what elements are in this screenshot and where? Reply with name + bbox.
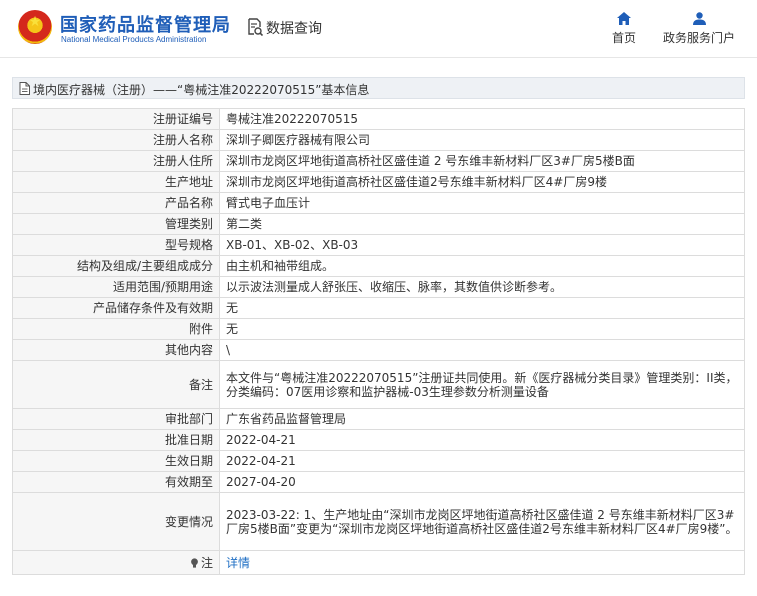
details-link[interactable]: 详情 — [226, 556, 250, 570]
brand-name-cn[interactable]: 国家药品监督管理局 — [60, 11, 231, 37]
field-label: 变更情况 — [12, 492, 220, 551]
table-row: 生产地址 深圳市龙岗区坪地街道高桥社区盛佳道2号东维丰新材料厂区4#厂房9楼 — [12, 171, 745, 193]
note-row: 注详情 — [12, 550, 745, 575]
table-row: 其他内容 \ — [12, 339, 745, 361]
user-icon — [692, 12, 706, 25]
field-label: 备注 — [12, 360, 220, 409]
table-row: 备注 本文件与“粤械注准20222070515”注册证共同使用。新《医疗器械分类目… — [12, 360, 745, 409]
nav-portal-label: 政务服务门户 — [662, 31, 735, 45]
document-icon — [19, 82, 30, 95]
note-value-cell: 详情 — [219, 550, 745, 575]
table-row: 结构及组成/主要组成成分 由主机和袖带组成。 — [12, 255, 745, 277]
field-value: 深圳市龙岗区坪地街道高桥社区盛佳道 2 号东维丰新材料厂区3#厂房5楼B面 — [219, 150, 745, 172]
table-row: 注册证编号 粤械注准20222070515 — [12, 108, 745, 130]
note-label: 注 — [200, 555, 213, 570]
table-row: 生效日期 2022-04-21 — [12, 450, 745, 472]
data-query-icon — [248, 18, 263, 36]
field-value: \ — [219, 339, 745, 361]
table-row: 产品储存条件及有效期无 — [12, 297, 745, 319]
field-label: 注册证编号 — [12, 108, 220, 130]
field-label: 有效期至 — [12, 471, 220, 493]
field-value: 2023-03-22: 1、生产地址由“深圳市龙岗区坪地街道高桥社区盛佳道 2 … — [219, 492, 745, 551]
record-title: 境内医疗器械（注册）——“粤械注准20222070515”基本信息 — [33, 83, 370, 97]
field-label: 适用范围/预期用途 — [12, 276, 220, 298]
field-value: 2027-04-20 — [219, 471, 745, 493]
brand-name-en: National Medical Products Administration — [61, 35, 207, 44]
table-row: 管理类别 第二类 — [12, 213, 745, 235]
field-value: 无 — [219, 318, 745, 340]
field-label: 产品储存条件及有效期 — [12, 297, 220, 319]
field-value: 2022-04-21 — [219, 429, 745, 451]
field-value: 深圳市龙岗区坪地街道高桥社区盛佳道2号东维丰新材料厂区4#厂房9楼 — [219, 171, 745, 193]
table-row: 适用范围/预期用途 以示波法测量成人舒张压、收缩压、脉率，其数值供诊断参考。 — [12, 276, 745, 298]
table-row: 附件无 — [12, 318, 745, 340]
nav-home-label: 首页 — [611, 31, 636, 45]
device-info-table: 注册证编号 粤械注准20222070515 注册人名称 深圳子卿医疗器械有限公司 注册人… — [12, 108, 745, 575]
field-label: 其他内容 — [12, 339, 220, 361]
site-header: ★ 国家药品监督管理局 National Medical Products Ad… — [0, 0, 757, 58]
field-value: 2022-04-21 — [219, 450, 745, 472]
field-value: 以示波法测量成人舒张压、收缩压、脉率，其数值供诊断参考。 — [219, 276, 745, 298]
record-title-bar: 境内医疗器械（注册）——“粤械注准20222070515”基本信息 — [12, 77, 745, 99]
home-icon — [617, 12, 631, 25]
field-value: 第二类 — [219, 213, 745, 235]
emblem-star-icon: ★ — [28, 14, 42, 30]
table-row: 型号规格 XB-01、XB-02、XB-03 — [12, 234, 745, 256]
nav-home[interactable]: 首页 — [605, 12, 643, 46]
nav-service-portal[interactable]: 政务服务门户 — [657, 12, 741, 46]
table-row: 变更情况 2023-03-22: 1、生产地址由“深圳市龙岗区坪地街道高桥社区盛佳… — [12, 492, 745, 551]
field-label: 审批部门 — [12, 408, 220, 430]
lightbulb-icon — [191, 557, 198, 568]
field-value: 粤械注准20222070515 — [219, 108, 745, 130]
field-value: 广东省药品监督管理局 — [219, 408, 745, 430]
field-value: 无 — [219, 297, 745, 319]
table-row: 批准日期 2022-04-21 — [12, 429, 745, 451]
field-value: 深圳子卿医疗器械有限公司 — [219, 129, 745, 151]
field-label: 产品名称 — [12, 192, 220, 214]
field-label: 批准日期 — [12, 429, 220, 451]
table-row: 有效期至 2027-04-20 — [12, 471, 745, 493]
field-label: 生效日期 — [12, 450, 220, 472]
field-value: XB-01、XB-02、XB-03 — [219, 234, 745, 256]
field-label: 生产地址 — [12, 171, 220, 193]
table-row: 注册人名称 深圳子卿医疗器械有限公司 — [12, 129, 745, 151]
field-value: 由主机和袖带组成。 — [219, 255, 745, 277]
table-row: 产品名称 臂式电子血压计 — [12, 192, 745, 214]
field-label: 结构及组成/主要组成成分 — [12, 255, 220, 277]
field-label: 管理类别 — [12, 213, 220, 235]
field-label: 注册人住所 — [12, 150, 220, 172]
table-row: 审批部门 广东省药品监督管理局 — [12, 408, 745, 430]
field-value: 臂式电子血压计 — [219, 192, 745, 214]
data-query-label: 数据查询 — [266, 21, 322, 37]
field-label: 注册人名称 — [12, 129, 220, 151]
field-label: 型号规格 — [12, 234, 220, 256]
note-label-cell: 注 — [12, 550, 220, 575]
field-value: 本文件与“粤械注准20222070515”注册证共同使用。新《医疗器械分类目录》… — [219, 360, 745, 409]
table-row: 注册人住所 深圳市龙岗区坪地街道高桥社区盛佳道 2 号东维丰新材料厂区3#厂房5楼… — [12, 150, 745, 172]
field-label: 附件 — [12, 318, 220, 340]
